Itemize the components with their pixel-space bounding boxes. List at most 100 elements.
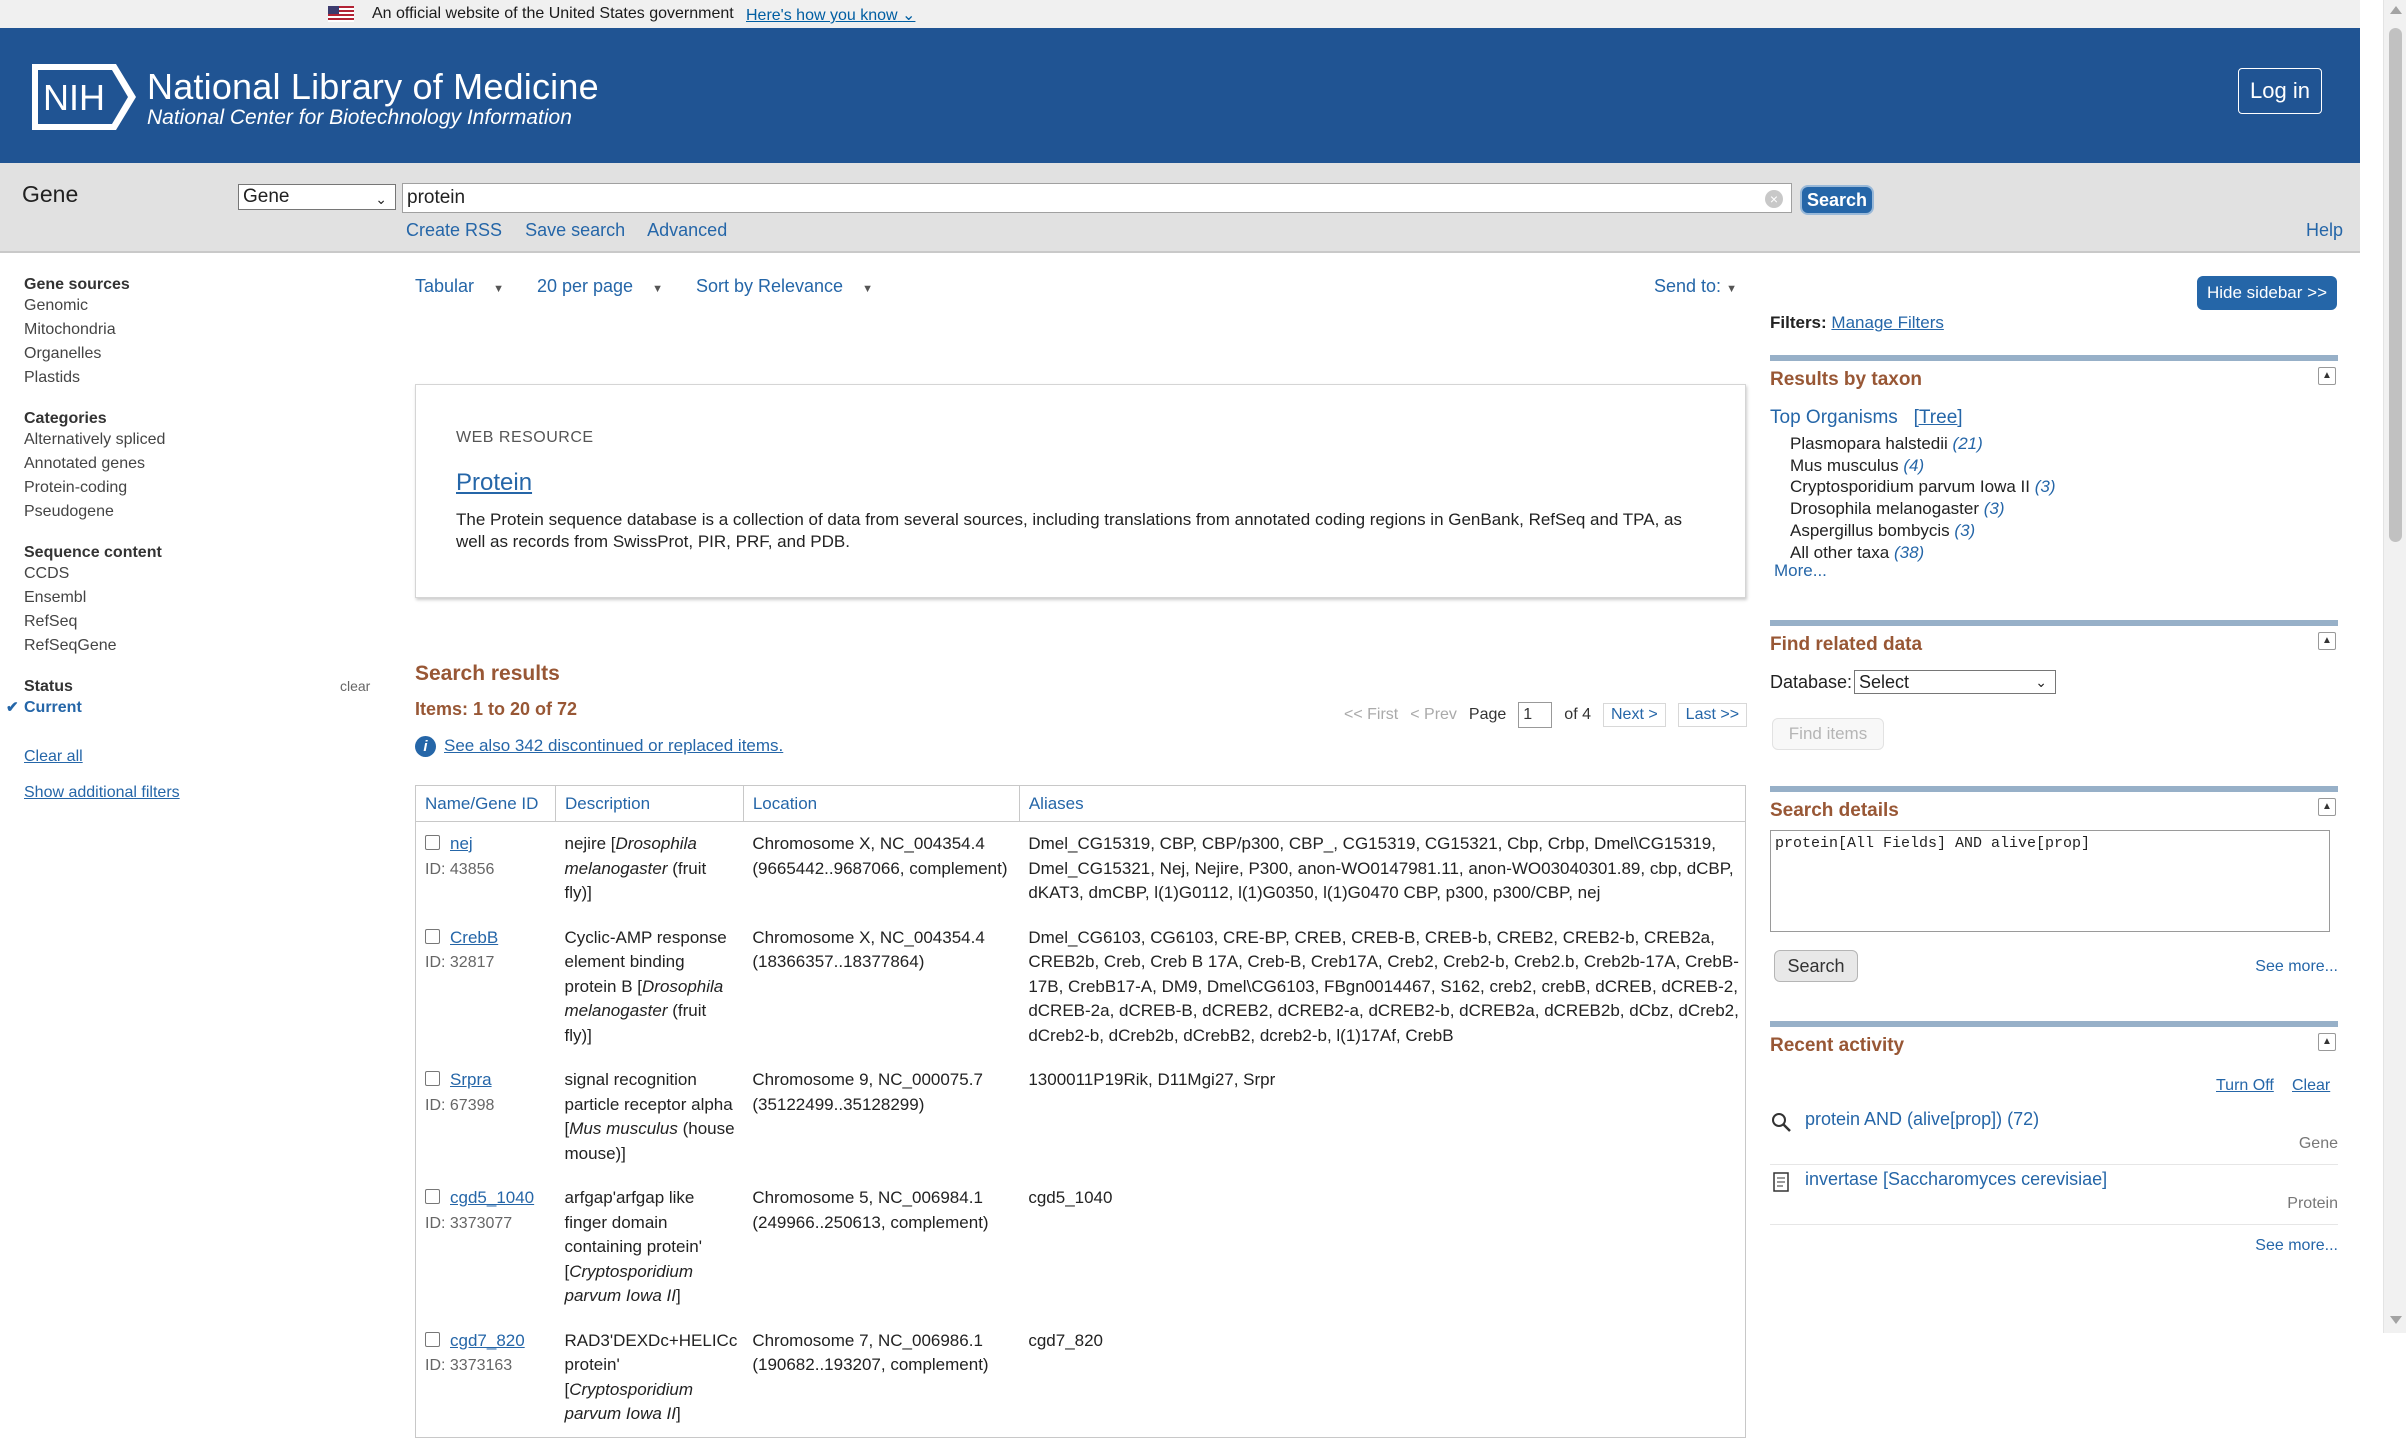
recent-search-link[interactable]: protein AND (alive[prop]) (72) xyxy=(1805,1109,2039,1130)
see-also-discontinued-link[interactable]: See also 342 discontinued or replaced it… xyxy=(444,736,783,755)
per-page-menu[interactable]: 20 per page ▼ xyxy=(537,276,677,296)
row-checkbox[interactable] xyxy=(425,835,440,851)
column-header-name[interactable]: Name/Gene ID xyxy=(415,785,556,822)
filter-current[interactable]: ✔ Current xyxy=(6,696,374,720)
filter-mitochondria[interactable]: Mitochondria xyxy=(24,318,374,342)
display-settings: Tabular ▼ 20 per page ▼ Sort by Relevanc… xyxy=(415,276,901,297)
nih-logo-text: NIH xyxy=(43,77,105,118)
search-details-textarea[interactable]: protein[All Fields] AND alive[prop] xyxy=(1770,830,2330,932)
column-header-aliases[interactable]: Aliases xyxy=(1018,785,1747,822)
collapse-icon[interactable]: ▲ xyxy=(2318,1033,2336,1051)
top-organisms-header: Top Organisms [Tree] xyxy=(1770,407,1963,429)
gene-name-link[interactable]: nej xyxy=(450,834,473,853)
search-details-search-button[interactable]: Search xyxy=(1774,950,1858,982)
gene-name-link[interactable]: cgd5_1040 xyxy=(450,1188,534,1207)
column-header-description[interactable]: Description xyxy=(555,785,744,822)
filter-annotated-genes[interactable]: Annotated genes xyxy=(24,452,374,476)
next-page-button[interactable]: Next > xyxy=(1602,703,1666,727)
database-select-value: Gene xyxy=(243,186,290,207)
clear-activity-link[interactable]: Clear xyxy=(2292,1077,2330,1095)
page-number-input[interactable]: 1 xyxy=(1518,702,1553,728)
row-checkbox[interactable] xyxy=(425,928,440,944)
gene-location: Chromosome 9, NC_000075.7 (35122499..351… xyxy=(752,1070,983,1114)
manage-filters-link[interactable]: Manage Filters xyxy=(1831,313,1943,332)
filter-genomic[interactable]: Genomic xyxy=(24,294,374,318)
taxon-item[interactable]: Plasmopara halstedii (21) xyxy=(1790,433,2056,455)
taxon-item[interactable]: Drosophila melanogaster (3) xyxy=(1790,498,2056,520)
filter-organelles[interactable]: Organelles xyxy=(24,342,374,366)
filter-protein-coding[interactable]: Protein-coding xyxy=(24,476,374,500)
collapse-icon[interactable]: ▲ xyxy=(2318,798,2336,816)
caret-down-icon: ▼ xyxy=(1726,283,1737,295)
taxon-name: Plasmopara halstedii xyxy=(1790,434,1948,453)
help-link[interactable]: Help xyxy=(2306,220,2343,241)
filter-plastids[interactable]: Plastids xyxy=(24,366,374,390)
status-clear-link[interactable]: clear xyxy=(340,678,370,694)
hide-sidebar-button[interactable]: Hide sidebar >> xyxy=(2197,276,2337,310)
recent-record-link[interactable]: invertase [Saccharomyces cerevisiae] xyxy=(1805,1169,2107,1190)
more-taxa-link[interactable]: More... xyxy=(1774,561,1827,581)
scroll-up-arrow-icon[interactable] xyxy=(2390,6,2402,14)
last-page-button[interactable]: Last >> xyxy=(1677,703,1748,727)
row-checkbox[interactable] xyxy=(425,1071,440,1087)
row-checkbox[interactable] xyxy=(425,1189,440,1205)
gene-aliases: cgd5_1040 xyxy=(1028,1188,1113,1207)
taxonomy-tree-link[interactable]: [Tree] xyxy=(1914,407,1963,428)
database-select[interactable]: Gene ⌄ xyxy=(238,184,396,210)
clear-search-icon[interactable]: × xyxy=(1765,190,1783,208)
filter-current-label: Current xyxy=(24,699,82,716)
send-to-menu[interactable]: Send to: ▼ xyxy=(1654,276,1737,297)
show-additional-filters-link[interactable]: Show additional filters xyxy=(24,784,374,802)
page-scrollbar[interactable] xyxy=(2383,0,2406,1333)
format-menu[interactable]: Tabular ▼ xyxy=(415,276,518,296)
top-organisms-link[interactable]: Top Organisms xyxy=(1770,407,1898,428)
filter-ccds[interactable]: CCDS xyxy=(24,562,374,586)
search-input[interactable]: protein × xyxy=(402,183,1792,213)
create-rss-link[interactable]: Create RSS xyxy=(406,220,502,240)
filter-pseudogene[interactable]: Pseudogene xyxy=(24,500,374,524)
related-database-value: Select xyxy=(1859,672,1910,692)
sort-menu[interactable]: Sort by Relevance ▼ xyxy=(696,276,887,296)
column-header-location[interactable]: Location xyxy=(742,785,1020,822)
related-database-select[interactable]: Select ⌄ xyxy=(1854,670,2056,694)
login-button[interactable]: Log in xyxy=(2238,68,2322,114)
search-details-see-more-link[interactable]: See more... xyxy=(2255,958,2338,976)
filter-refseq[interactable]: RefSeq xyxy=(24,610,374,634)
first-page-link[interactable]: << First xyxy=(1344,706,1398,724)
collapse-icon[interactable]: ▲ xyxy=(2318,632,2336,650)
find-items-button[interactable]: Find items xyxy=(1772,718,1884,750)
web-resource-title-link[interactable]: Protein xyxy=(456,469,532,497)
recent-activity-item: protein AND (alive[prop]) (72) Gene xyxy=(1770,1107,2338,1165)
taxon-item[interactable]: Cryptosporidium parvum Iowa II (3) xyxy=(1790,476,2056,498)
scroll-down-arrow-icon[interactable] xyxy=(2390,1316,2402,1324)
recent-activity-see-more-link[interactable]: See more... xyxy=(2255,1237,2338,1255)
description-text: ] xyxy=(676,1404,681,1423)
advanced-search-link[interactable]: Advanced xyxy=(647,220,727,240)
scrollbar-thumb[interactable] xyxy=(2389,28,2402,542)
taxon-item[interactable]: Aspergillus bombycis (3) xyxy=(1790,520,2056,542)
web-resource-kicker: WEB RESOURCE xyxy=(456,429,594,446)
filter-refseqgene[interactable]: RefSeqGene xyxy=(24,634,374,658)
save-search-link[interactable]: Save search xyxy=(525,220,625,240)
nih-logo[interactable]: NIH xyxy=(32,64,136,130)
gene-id: ID: 43856 xyxy=(425,860,495,878)
gene-name-link[interactable]: cgd7_820 xyxy=(450,1331,525,1350)
nlm-title[interactable]: National Library of Medicine xyxy=(147,66,599,108)
gene-aliases: Dmel_CG15319, CBP, CBP/p300, CBP_, CG153… xyxy=(1028,834,1734,902)
taxon-item[interactable]: All other taxa (38) xyxy=(1790,542,2056,564)
prev-page-link[interactable]: < Prev xyxy=(1410,706,1457,724)
collapse-icon[interactable]: ▲ xyxy=(2318,367,2336,385)
table-row: cgd5_1040 ID: 3373077 arfgap'arfgap like … xyxy=(416,1176,1746,1319)
clear-all-link[interactable]: Clear all xyxy=(24,748,374,766)
search-button[interactable]: Search xyxy=(1800,185,1874,215)
gene-name-link[interactable]: CrebB xyxy=(450,928,498,947)
page-label: Page xyxy=(1468,706,1507,723)
turn-off-link[interactable]: Turn Off xyxy=(2216,1077,2274,1095)
filter-alternatively-spliced[interactable]: Alternatively spliced xyxy=(24,428,374,452)
filter-ensembl[interactable]: Ensembl xyxy=(24,586,374,610)
row-checkbox[interactable] xyxy=(425,1331,440,1347)
gene-sources-filter: Gene sources Genomic Mitochondria Organe… xyxy=(24,276,374,390)
gene-name-link[interactable]: Srpra xyxy=(450,1070,492,1089)
heres-how-you-know-link[interactable]: Here's how you know ⌄ xyxy=(746,5,915,25)
taxon-item[interactable]: Mus musculus (4) xyxy=(1790,455,2056,477)
